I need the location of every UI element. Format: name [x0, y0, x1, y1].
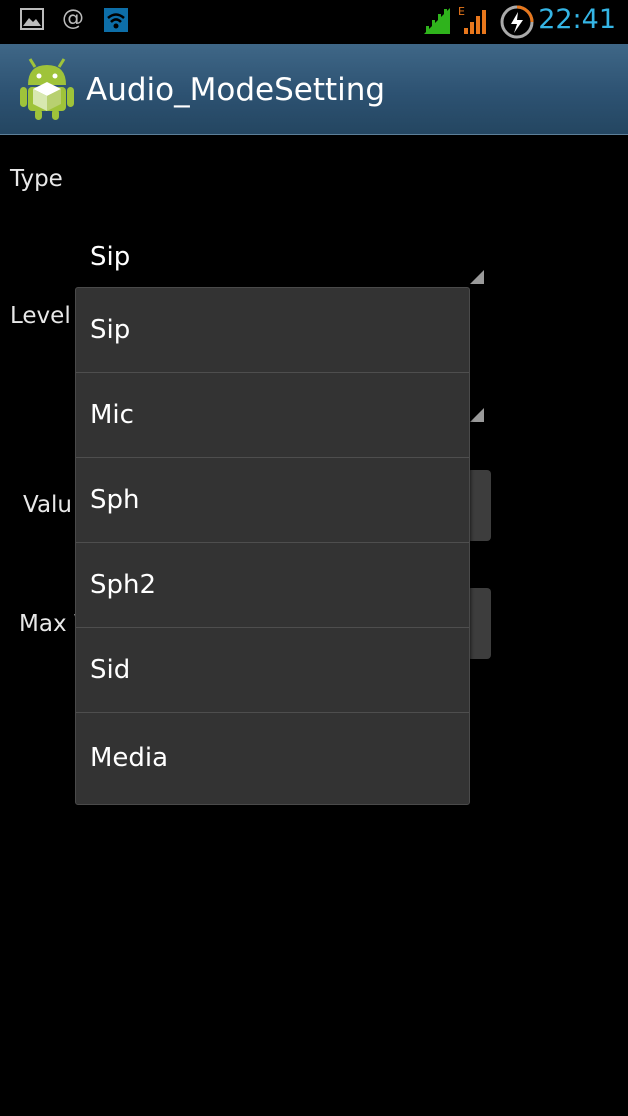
at-icon: @ — [62, 6, 84, 31]
app-title: Audio_ModeSetting — [86, 72, 386, 108]
dropdown-option-sid[interactable]: Sid — [76, 628, 469, 713]
dropdown-option-sph2[interactable]: Sph2 — [76, 543, 469, 628]
type-dropdown-list: Sip Mic Sph Sph2 Sid Media — [75, 287, 470, 805]
type-label: Type — [10, 166, 63, 192]
level-spinner-arrow[interactable] — [470, 408, 484, 422]
dropdown-option-mic[interactable]: Mic — [76, 373, 469, 458]
dropdown-option-media[interactable]: Media — [76, 713, 469, 802]
type-spinner-arrow[interactable] — [470, 270, 484, 284]
android-app-icon[interactable] — [18, 57, 76, 125]
dropdown-option-sip[interactable]: Sip — [76, 288, 469, 373]
value-label: Valu — [23, 492, 73, 518]
max-value-input[interactable] — [467, 588, 491, 659]
action-bar: Audio_ModeSetting — [0, 44, 628, 135]
dropdown-option-sph[interactable]: Sph — [76, 458, 469, 543]
level-label: Level — [10, 303, 71, 329]
type-spinner-value[interactable]: Sip — [90, 242, 130, 272]
network-type-label: E — [458, 5, 465, 18]
status-bar: @ E 22:41 — [0, 0, 628, 44]
signal-icon — [422, 6, 452, 40]
status-time: 22:41 — [538, 4, 616, 35]
battery-charging-icon — [498, 3, 536, 45]
gallery-icon — [20, 8, 44, 34]
wifi-icon — [104, 8, 128, 36]
value-input[interactable] — [467, 470, 491, 541]
signal-edge-icon: E — [458, 4, 488, 40]
